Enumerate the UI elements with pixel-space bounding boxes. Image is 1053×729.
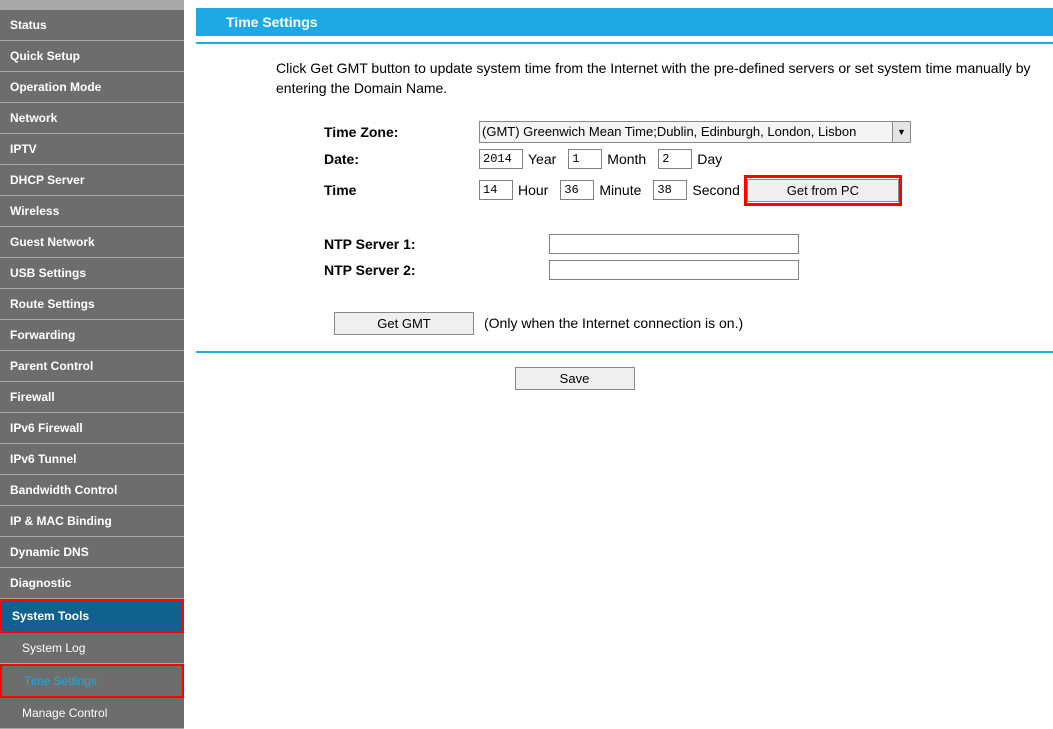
timezone-select[interactable]: (GMT) Greenwich Mean Time;Dublin, Edinbu… <box>479 121 911 143</box>
row-time: Time Hour Minute Second Get from PC <box>324 175 1053 206</box>
divider-top <box>196 42 1053 44</box>
sidebar-item-usb-settings[interactable]: USB Settings <box>0 258 184 289</box>
input-month[interactable] <box>568 149 602 169</box>
label-second: Second <box>692 182 739 198</box>
label-month: Month <box>607 151 646 167</box>
highlight-get-from-pc: Get from PC <box>744 175 902 206</box>
sidebar-item-system-log[interactable]: System Log <box>0 633 184 664</box>
sidebar-item-ipv6-tunnel[interactable]: IPv6 Tunnel <box>0 444 184 475</box>
form-block: Time Zone: (GMT) Greenwich Mean Time;Dub… <box>324 121 1053 335</box>
get-from-pc-button[interactable]: Get from PC <box>747 179 899 202</box>
row-ntp1: NTP Server 1: <box>324 234 1053 254</box>
sidebar-item-manage-control[interactable]: Manage Control <box>0 698 184 729</box>
save-row: Save <box>196 367 1053 390</box>
input-day[interactable] <box>658 149 692 169</box>
label-hour: Hour <box>518 182 548 198</box>
sidebar: Status Quick Setup Operation Mode Networ… <box>0 0 184 627</box>
input-year[interactable] <box>479 149 523 169</box>
row-date: Date: Year Month Day <box>324 149 1053 169</box>
sidebar-item-dhcp-server[interactable]: DHCP Server <box>0 165 184 196</box>
divider-bottom <box>196 351 1053 353</box>
input-second[interactable] <box>653 180 687 200</box>
label-ntp1: NTP Server 1: <box>324 236 549 252</box>
input-ntp1[interactable] <box>549 234 799 254</box>
get-gmt-button[interactable]: Get GMT <box>334 312 474 335</box>
dropdown-arrow-icon: ▼ <box>892 122 910 142</box>
sidebar-item-wireless[interactable]: Wireless <box>0 196 184 227</box>
sidebar-item-dynamic-dns[interactable]: Dynamic DNS <box>0 537 184 568</box>
label-date: Date: <box>324 151 479 167</box>
label-year: Year <box>528 151 556 167</box>
page-title: Time Settings <box>196 8 1053 36</box>
label-ntp2: NTP Server 2: <box>324 262 549 278</box>
sidebar-item-quick-setup[interactable]: Quick Setup <box>0 41 184 72</box>
sidebar-item-network[interactable]: Network <box>0 103 184 134</box>
label-time: Time <box>324 182 479 198</box>
intro-text: Click Get GMT button to update system ti… <box>276 58 1053 99</box>
save-button[interactable]: Save <box>515 367 635 390</box>
sidebar-item-operation-mode[interactable]: Operation Mode <box>0 72 184 103</box>
input-minute[interactable] <box>560 180 594 200</box>
sidebar-item-ipv6-firewall[interactable]: IPv6 Firewall <box>0 413 184 444</box>
row-gmt: Get GMT (Only when the Internet connecti… <box>324 312 1053 335</box>
sidebar-item-iptv[interactable]: IPTV <box>0 134 184 165</box>
input-ntp2[interactable] <box>549 260 799 280</box>
label-day: Day <box>697 151 722 167</box>
label-minute: Minute <box>599 182 641 198</box>
timezone-value: (GMT) Greenwich Mean Time;Dublin, Edinbu… <box>482 124 856 139</box>
sidebar-item-guest-network[interactable]: Guest Network <box>0 227 184 258</box>
sidebar-item-firewall[interactable]: Firewall <box>0 382 184 413</box>
label-timezone: Time Zone: <box>324 124 479 140</box>
sidebar-item-system-tools[interactable]: System Tools <box>0 599 184 633</box>
sidebar-item-forwarding[interactable]: Forwarding <box>0 320 184 351</box>
sidebar-item-route-settings[interactable]: Route Settings <box>0 289 184 320</box>
ntp-block: NTP Server 1: NTP Server 2: <box>324 234 1053 280</box>
sidebar-item-diagnostic[interactable]: Diagnostic <box>0 568 184 599</box>
sidebar-item-ip-mac-binding[interactable]: IP & MAC Binding <box>0 506 184 537</box>
sidebar-item-status[interactable]: Status <box>0 10 184 41</box>
sidebar-item-bandwidth-control[interactable]: Bandwidth Control <box>0 475 184 506</box>
sidebar-item-parent-control[interactable]: Parent Control <box>0 351 184 382</box>
sidebar-item-time-settings[interactable]: Time Settings <box>0 664 184 698</box>
gmt-note: (Only when the Internet connection is on… <box>484 315 743 331</box>
row-timezone: Time Zone: (GMT) Greenwich Mean Time;Dub… <box>324 121 1053 143</box>
input-hour[interactable] <box>479 180 513 200</box>
main-panel: Time Settings Click Get GMT button to up… <box>184 0 1053 627</box>
row-ntp2: NTP Server 2: <box>324 260 1053 280</box>
sidebar-gap <box>0 0 184 10</box>
